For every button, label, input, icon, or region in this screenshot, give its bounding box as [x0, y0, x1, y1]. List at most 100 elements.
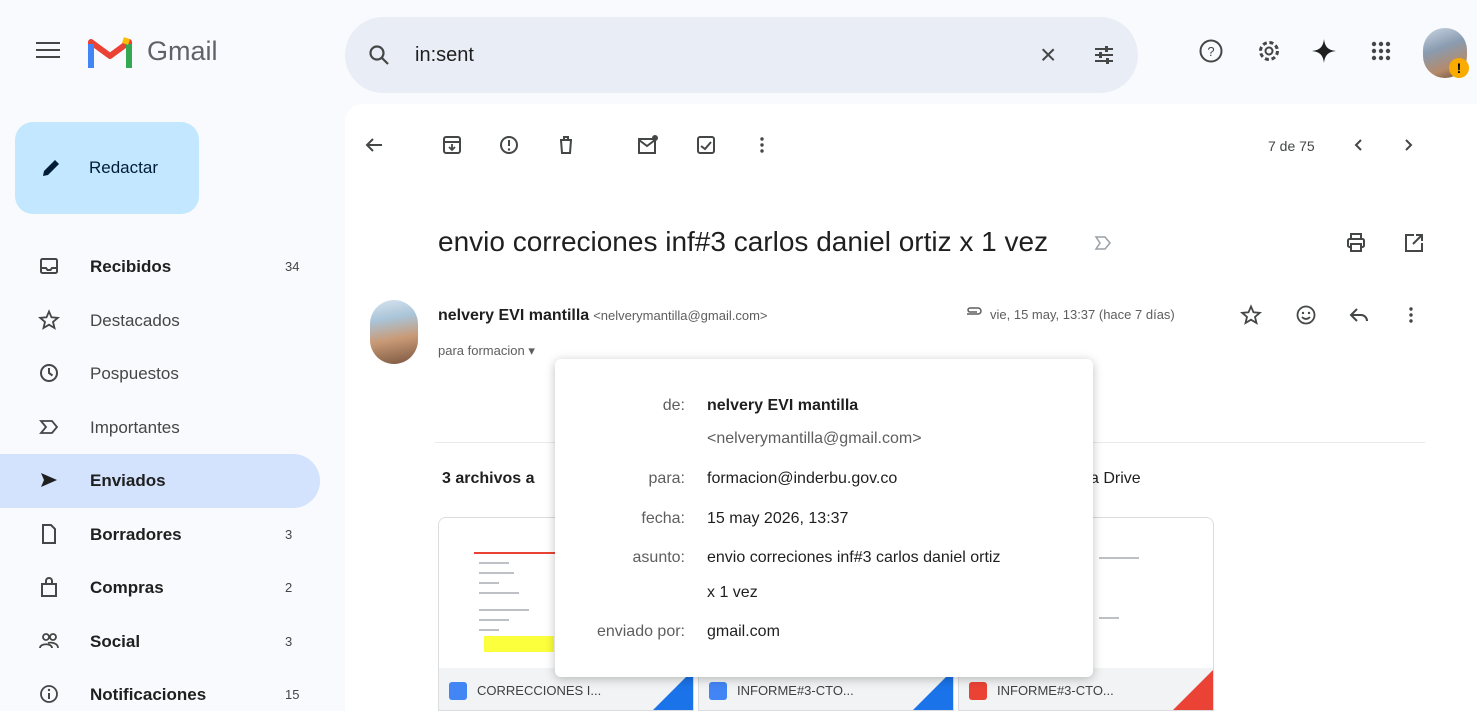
sidebar-item-compras[interactable]: Compras 2 [0, 561, 320, 615]
search-input[interactable] [415, 39, 1015, 71]
attachment-clip-icon [967, 307, 982, 315]
shopping-icon [41, 577, 57, 597]
sender-email: <nelverymantilla@gmail.com> [593, 308, 768, 323]
subject-label: asunto: [632, 549, 685, 566]
message-date: vie, 15 may, 13:37 (hace 7 días) [990, 307, 1175, 322]
attachment-name: INFORME#3-CTO... [737, 683, 854, 698]
subject-line-2: x 1 vez [707, 584, 758, 601]
sidebar-item-recibidos[interactable]: Recibidos 34 [0, 240, 320, 294]
archive-icon[interactable] [441, 134, 463, 156]
recipient-details-toggle[interactable]: para formacion ▾ [438, 343, 535, 359]
svg-text:?: ? [1207, 44, 1214, 59]
sidebar-nav: Recibidos 34 Destacados Pospuestos Impor… [0, 240, 330, 711]
recipient-details-popup: de: nelvery EVI mantilla <nelverymantill… [555, 359, 1093, 677]
previous-chevron-icon[interactable] [1348, 134, 1370, 156]
sender-avatar[interactable] [370, 300, 418, 364]
unread-count: 2 [285, 580, 293, 595]
message-subject: envio correciones inf#3 carlos daniel or… [438, 226, 1049, 257]
doc-file-icon [709, 682, 727, 700]
sent-by-value: gmail.com [707, 623, 780, 640]
account-avatar[interactable]: ! [1423, 28, 1469, 78]
delete-trash-icon[interactable] [555, 134, 577, 156]
mark-unread-icon[interactable] [637, 134, 659, 156]
emoji-reaction-icon[interactable] [1295, 304, 1317, 326]
sidebar-item-enviados[interactable]: Enviados [0, 454, 320, 508]
sidebar-item-destacados[interactable]: Destacados [0, 294, 320, 348]
search-options-icon[interactable] [1093, 44, 1115, 66]
pdf-file-icon [969, 682, 987, 700]
sender-line: nelvery EVI mantilla <nelverymantilla@gma… [438, 307, 768, 325]
social-icon [39, 632, 59, 648]
search-icon[interactable] [367, 43, 391, 67]
warning-icon: ! [1449, 58, 1469, 78]
info-icon [40, 685, 58, 703]
file-type-corner-icon [1171, 668, 1213, 710]
date-label: fecha: [641, 510, 685, 527]
sidebar-item-label: Destacados [90, 310, 180, 330]
unread-count: 34 [285, 259, 300, 274]
to-value: formacion@inderbu.gov.co [707, 470, 898, 487]
back-arrow-icon[interactable] [363, 134, 385, 156]
app-name: Gmail [147, 36, 218, 66]
important-icon [39, 419, 59, 434]
sidebar-item-label: Pospuestos [90, 364, 179, 383]
from-label: de: [662, 397, 685, 414]
sender-name[interactable]: nelvery EVI mantilla [438, 307, 589, 324]
sidebar-item-label: Enviados [90, 471, 166, 490]
unread-count: 3 [285, 526, 293, 542]
more-options-icon[interactable] [751, 134, 773, 156]
sidebar-item-label: Compras [90, 578, 164, 597]
top-header: Gmail × ? [0, 0, 1477, 100]
open-new-window-icon[interactable] [1403, 232, 1425, 254]
subject-line-1: envio correciones inf#3 carlos daniel or… [707, 549, 1001, 566]
gmail-app: Gmail × ? [0, 0, 1477, 711]
draft-icon [42, 523, 56, 544]
reply-arrow-icon[interactable] [1348, 304, 1370, 326]
main-menu-button[interactable] [36, 42, 60, 62]
sidebar-item-pospuestos[interactable]: Pospuestos [0, 347, 320, 401]
gmail-logo-icon[interactable] [88, 34, 132, 70]
sidebar-item-importantes[interactable]: Importantes [0, 401, 320, 455]
add-to-drive-text[interactable]: a Drive [1090, 470, 1141, 488]
help-icon[interactable]: ? [1198, 38, 1224, 64]
sent-by-label: enviado por: [596, 623, 685, 640]
attachments-title: 3 archivos a [442, 470, 535, 487]
sidebar-item-label: Recibidos [90, 257, 172, 276]
sidebar-item-label: Social [90, 631, 141, 651]
print-icon[interactable] [1345, 232, 1367, 254]
sidebar-item-borradores[interactable]: Borradores 3 [0, 508, 320, 562]
sidebar-item-label: Borradores [90, 524, 182, 544]
from-name: nelvery EVI mantilla [707, 397, 859, 414]
attachment-name: INFORME#3-CTO... [997, 683, 1114, 698]
gemini-sparkle-icon[interactable] [1311, 38, 1337, 64]
sidebar-item-notificaciones[interactable]: Notificaciones 15 [0, 668, 320, 711]
send-icon [41, 473, 57, 487]
important-marker-icon[interactable] [1093, 234, 1113, 252]
settings-gear-icon[interactable] [1256, 38, 1282, 64]
attachment-name: CORRECCIONES I... [477, 683, 602, 698]
from-email: <nelverymantilla@gmail.com> [707, 430, 922, 447]
doc-file-icon [449, 682, 467, 700]
report-spam-icon[interactable] [498, 134, 520, 156]
inbox-icon [40, 258, 58, 274]
to-label: para: [648, 470, 685, 487]
clear-search-icon[interactable]: × [1040, 39, 1056, 71]
star-icon[interactable] [1240, 304, 1262, 326]
compose-button[interactable]: Redactar [15, 122, 199, 214]
apps-grid-icon[interactable] [1368, 38, 1394, 64]
pencil-icon [43, 160, 59, 176]
next-chevron-icon[interactable] [1397, 134, 1419, 156]
message-more-icon[interactable] [1400, 304, 1422, 326]
sidebar-item-social[interactable]: Social 3 [0, 615, 320, 669]
clock-icon [40, 364, 58, 382]
search-bar[interactable]: × [345, 17, 1138, 93]
unread-count: 15 [285, 687, 300, 702]
pagination-text: 7 de 75 [1268, 138, 1315, 154]
date-value: 15 may 2026, 13:37 [707, 510, 849, 527]
sidebar-item-label: Importantes [90, 417, 180, 437]
snooze-icon[interactable] [695, 134, 717, 156]
compose-label: Redactar [89, 158, 158, 177]
unread-count: 3 [285, 633, 293, 649]
sidebar-item-label: Notificaciones [90, 685, 207, 704]
star-icon [38, 308, 60, 330]
